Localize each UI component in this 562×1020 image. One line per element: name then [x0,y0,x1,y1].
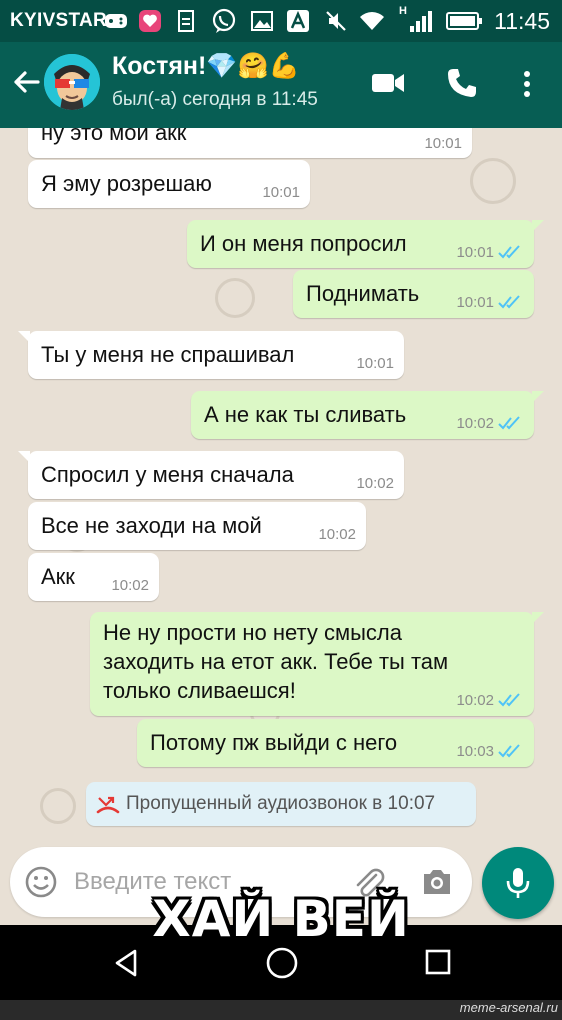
message-text: Я эму розрешаю [41,171,212,196]
nav-back-icon[interactable] [111,947,143,979]
status-bar: KYIVSTAR H 11:45 [0,0,562,42]
bubble-tail [532,391,544,403]
message-text: Ты у меня не спрашивал [41,342,295,367]
message-time: 10:01 [456,244,494,261]
network-type: H [399,5,407,17]
wallpaper-doodle [470,158,516,204]
message-text-line: заходить на етот акк. Тебе ты там [103,649,449,674]
message-text: И он меня попросил [200,231,407,256]
message-bubble-outgoing[interactable]: Поднимать 10:01 [293,270,534,318]
wallpaper-doodle [215,278,255,318]
more-vert-icon[interactable] [516,66,538,102]
bubble-tail [532,220,544,232]
carrier-name: KYIVSTAR [10,10,108,31]
message-time: 10:03 [456,743,494,760]
mute-icon [322,7,350,35]
bubble-tail [18,331,30,343]
message-bubble-incoming[interactable]: Спросил у меня сначала 10:02 [18,451,404,499]
message-bubble-outgoing[interactable]: Потому пж выйди с него 10:03 [137,719,534,767]
wallpaper-doodle [40,788,76,824]
gamepad-icon [102,7,130,35]
message-text: А не как ты сливать [204,402,407,427]
nav-home-icon[interactable] [264,945,300,981]
battery-icon [444,7,484,35]
message-text-line: только сливаешся! [103,678,296,703]
last-seen-status: был(-а) сегодня в 11:45 [112,89,318,110]
chat-header: Костян!💎🤗💪 был(-а) сегодня в 11:45 [0,42,562,128]
status-clock: 11:45 [494,8,550,34]
read-receipt-icon [498,416,520,430]
read-receipt-icon [498,693,520,707]
message-time: 10:02 [456,692,494,709]
message-text: ну это мой акк [41,128,187,145]
bubble-tail [532,612,544,624]
contact-name[interactable]: Костян!💎🤗💪 [112,52,300,81]
back-arrow-icon[interactable] [8,64,44,100]
missed-call-notice[interactable]: Пропущенный аудиозвонок в 10:07 [86,782,476,826]
missed-call-icon [96,796,120,814]
message-bubble-outgoing[interactable]: И он меня попросил 10:01 [187,220,544,268]
message-bubble-outgoing[interactable]: Не ну прости но нету смысла заходить на … [90,612,544,716]
viber-icon [210,7,238,35]
message-text: Все не заходи на мой [41,513,262,538]
instagram-icon [136,7,164,35]
read-receipt-icon [498,295,520,309]
message-bubble-outgoing[interactable]: А не как ты сливать 10:02 [191,391,544,439]
message-time: 10:01 [356,355,394,372]
gallery-icon [248,7,276,35]
contact-avatar[interactable] [44,54,100,110]
message-time: 10:02 [456,415,494,432]
message-bubble-incoming[interactable]: Все не заходи на мой 10:02 [28,502,366,550]
footer-strip: meme-arsenal.ru [0,1000,562,1020]
message-time: 10:01 [424,135,462,152]
message-time: 10:02 [356,475,394,492]
read-receipt-icon [498,245,520,259]
message-bubble-incoming[interactable]: ну это мой акк 10:01 [28,128,472,158]
message-text-line: Не ну прости но нету смысла [103,620,402,645]
storage-icon [172,7,200,35]
missed-call-text: Пропущенный аудиозвонок в 10:07 [126,793,436,814]
bubble-tail [18,451,30,463]
message-bubble-incoming[interactable]: Я эму розрешаю 10:01 [28,160,310,208]
message-time: 10:01 [456,294,494,311]
chat-area[interactable]: ну это мой акк 10:01 Я эму розрешаю 10:0… [0,128,562,925]
message-text: Потому пж выйди с него [150,730,398,755]
message-bubble-incoming[interactable]: Ты у меня не спрашивал 10:01 [18,331,404,379]
watermark: meme-arsenal.ru [459,1000,558,1015]
message-text: Спросил у меня сначала [41,462,294,487]
read-receipt-icon [498,744,520,758]
message-text: Поднимать [306,281,420,306]
message-bubble-incoming[interactable]: Акк 10:02 [28,553,159,601]
message-time: 10:02 [111,577,149,594]
message-time: 10:02 [318,526,356,543]
phone-icon[interactable] [445,66,479,100]
wifi-icon [358,7,386,35]
font-app-icon [284,7,312,35]
video-call-icon[interactable] [370,68,406,98]
nav-recents-icon[interactable] [424,948,452,976]
signal-icon: H [395,5,435,35]
message-text: Акк [41,564,75,589]
message-time: 10:01 [262,184,300,201]
meme-caption: ХАЙ ВЕЙ [152,890,410,948]
